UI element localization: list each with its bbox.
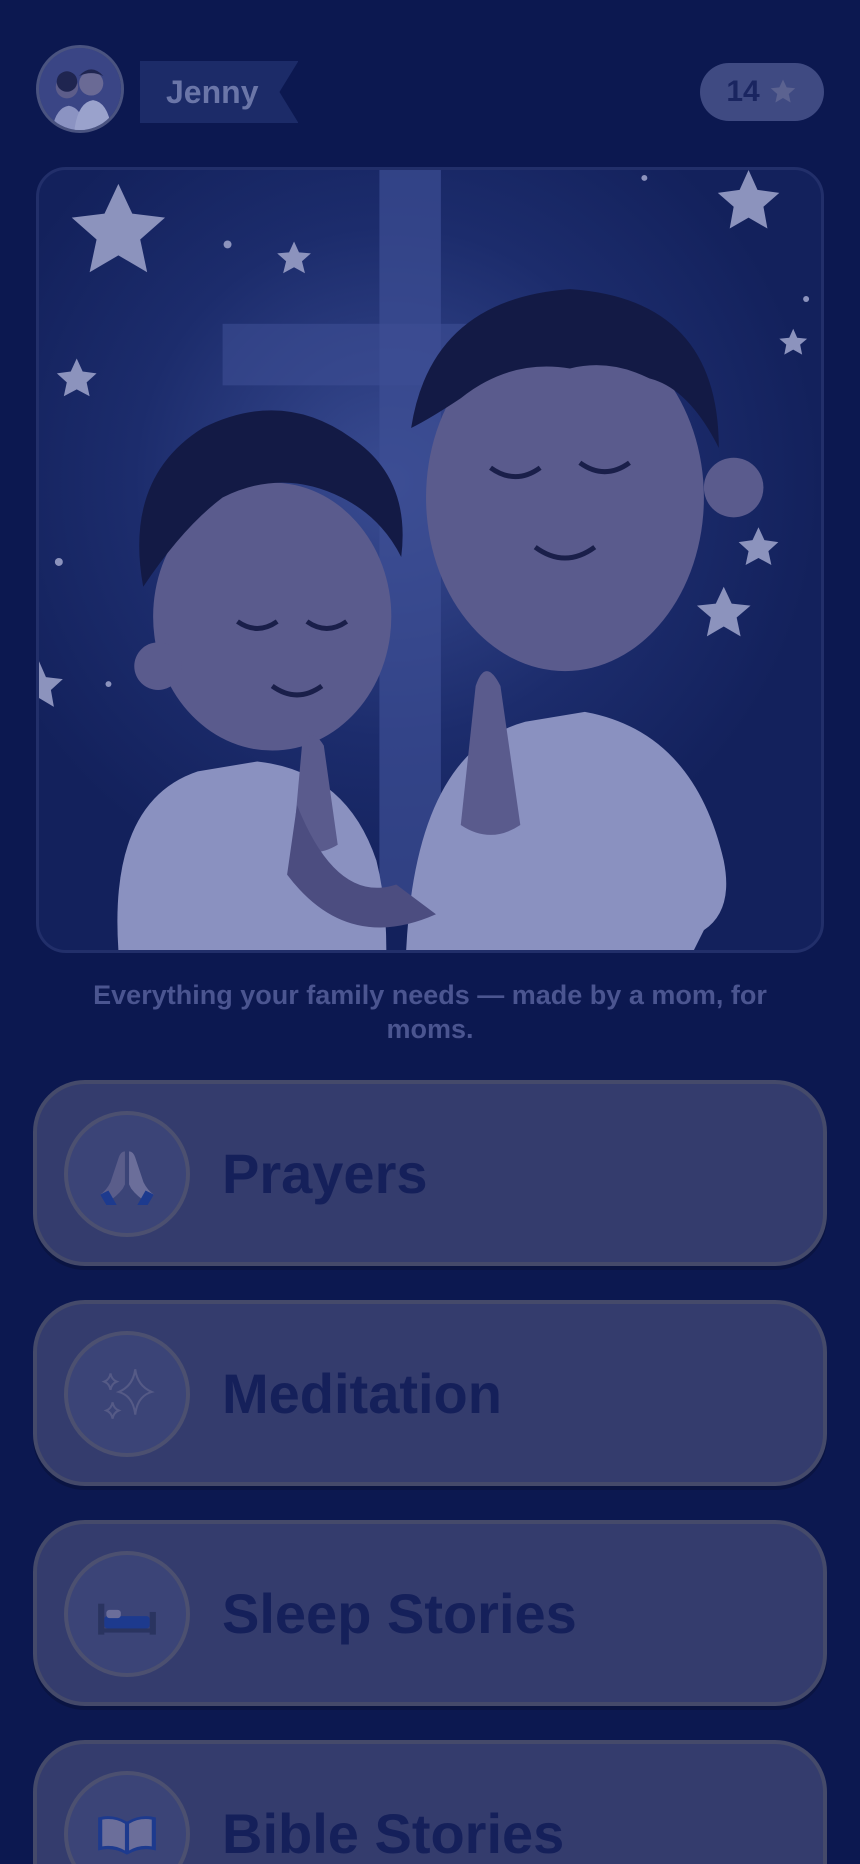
menu-label-sleep-stories: Sleep Stories [222, 1581, 577, 1645]
menu-label-prayers: Prayers [222, 1141, 428, 1205]
sparkles-icon [64, 1331, 190, 1457]
header: Jenny 14 [36, 45, 824, 139]
user-name: Jenny [166, 73, 259, 110]
menu-label-bible-stories: Bible Stories [222, 1801, 565, 1864]
children-praying-illustration [36, 167, 824, 953]
menu-card-bible-stories[interactable]: Bible Stories [33, 1740, 827, 1864]
menu-card-meditation[interactable]: Meditation [33, 1300, 827, 1486]
family-avatar-icon[interactable] [36, 45, 124, 133]
star-icon [770, 79, 795, 103]
menu-card-prayers[interactable]: Prayers [33, 1080, 827, 1266]
menu-card-sleep-stories[interactable]: Sleep Stories [33, 1520, 827, 1706]
open-book-icon [64, 1771, 190, 1864]
home-screen: Jenny 14 Everything your family needs — … [0, 0, 860, 1864]
tagline: Everything your family needs — made by a… [93, 980, 767, 1044]
praying-hands-icon [64, 1111, 190, 1237]
star-score-badge[interactable]: 14 [700, 63, 824, 121]
menu-label-meditation: Meditation [222, 1361, 502, 1425]
bed-icon [64, 1551, 190, 1677]
user-name-ribbon[interactable]: Jenny [140, 61, 299, 123]
star-count: 14 [726, 75, 760, 108]
